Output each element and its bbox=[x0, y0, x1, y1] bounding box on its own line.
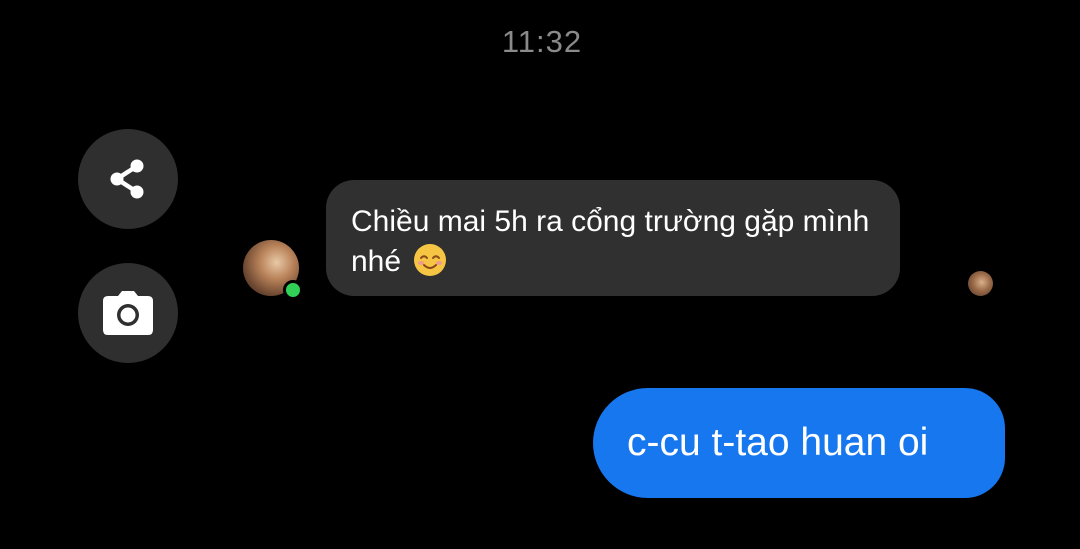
outgoing-message-bubble[interactable]: c-cu t-tao huan oi bbox=[593, 388, 1005, 498]
share-button[interactable] bbox=[78, 129, 178, 229]
read-receipt-avatar bbox=[968, 271, 993, 296]
camera-button[interactable] bbox=[78, 263, 178, 363]
camera-icon bbox=[103, 291, 153, 335]
outgoing-message-text: c-cu t-tao huan oi bbox=[627, 421, 929, 464]
smiling-face-emoji-icon bbox=[414, 244, 447, 276]
message-timestamp: 11:32 bbox=[501, 24, 583, 59]
online-status-indicator bbox=[283, 280, 303, 300]
incoming-message-bubble[interactable]: Chiều mai 5h ra cổng trường gặp mình nhé bbox=[326, 180, 900, 296]
share-icon bbox=[110, 159, 144, 199]
